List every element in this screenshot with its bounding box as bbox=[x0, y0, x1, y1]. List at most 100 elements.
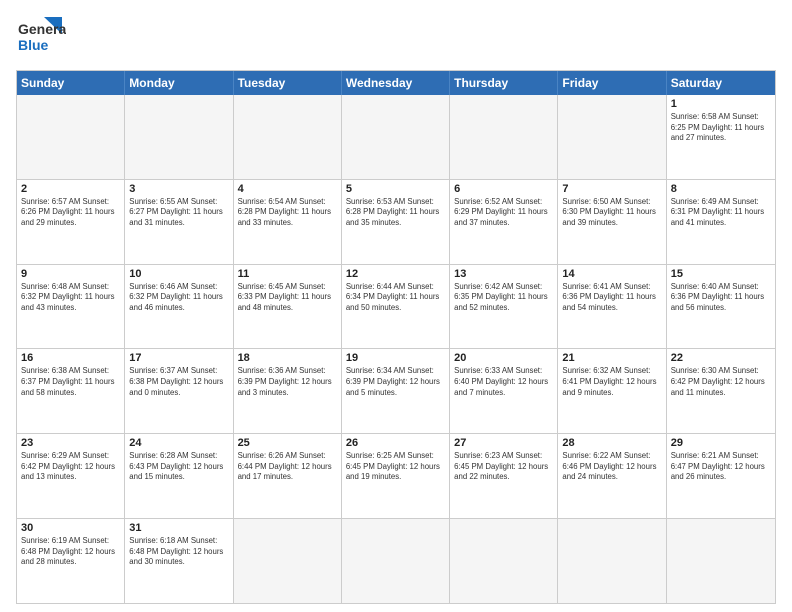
day-cell-empty bbox=[558, 95, 666, 179]
day-cell-23: 23Sunrise: 6:29 AM Sunset: 6:42 PM Dayli… bbox=[17, 434, 125, 518]
calendar-header: SundayMondayTuesdayWednesdayThursdayFrid… bbox=[17, 71, 775, 95]
day-info: Sunrise: 6:46 AM Sunset: 6:32 PM Dayligh… bbox=[129, 282, 228, 314]
day-info: Sunrise: 6:23 AM Sunset: 6:45 PM Dayligh… bbox=[454, 451, 553, 483]
day-info: Sunrise: 6:41 AM Sunset: 6:36 PM Dayligh… bbox=[562, 282, 661, 314]
day-info: Sunrise: 6:50 AM Sunset: 6:30 PM Dayligh… bbox=[562, 197, 661, 229]
calendar-row-2: 2 Sunrise: 6:57 AM Sunset: 6:26 PM Daylig… bbox=[17, 179, 775, 264]
day-cell-22: 22Sunrise: 6:30 AM Sunset: 6:42 PM Dayli… bbox=[667, 349, 775, 433]
day-cell-31: 31Sunrise: 6:18 AM Sunset: 6:48 PM Dayli… bbox=[125, 519, 233, 603]
day-cell-16: 16Sunrise: 6:38 AM Sunset: 6:37 PM Dayli… bbox=[17, 349, 125, 433]
day-info: Sunrise: 6:44 AM Sunset: 6:34 PM Dayligh… bbox=[346, 282, 445, 314]
day-cell-26: 26 Sunrise: 6:25 AM Sunset: 6:45 PM Dayli… bbox=[342, 434, 450, 518]
day-number: 18 bbox=[238, 352, 337, 364]
day-info: Sunrise: 6:42 AM Sunset: 6:35 PM Dayligh… bbox=[454, 282, 553, 314]
day-number: 24 bbox=[129, 437, 228, 449]
header: GeneralBlue bbox=[16, 12, 776, 62]
svg-text:Blue: Blue bbox=[18, 37, 49, 53]
day-cell-11: 11 Sunrise: 6:45 AM Sunset: 6:33 PM Dayli… bbox=[234, 265, 342, 349]
day-cell-20: 20 Sunrise: 6:33 AM Sunset: 6:40 PM Dayli… bbox=[450, 349, 558, 433]
day-info: Sunrise: 6:26 AM Sunset: 6:44 PM Dayligh… bbox=[238, 451, 337, 483]
day-cell-3: 3Sunrise: 6:55 AM Sunset: 6:27 PM Daylig… bbox=[125, 180, 233, 264]
weekday-header-thursday: Thursday bbox=[450, 71, 558, 95]
day-cell-17: 17 Sunrise: 6:37 AM Sunset: 6:38 PM Dayli… bbox=[125, 349, 233, 433]
weekday-header-tuesday: Tuesday bbox=[234, 71, 342, 95]
day-cell-15: 15 Sunrise: 6:40 AM Sunset: 6:36 PM Dayli… bbox=[667, 265, 775, 349]
day-number: 21 bbox=[562, 352, 661, 364]
day-number: 17 bbox=[129, 352, 228, 364]
day-info: Sunrise: 6:25 AM Sunset: 6:45 PM Dayligh… bbox=[346, 451, 445, 483]
day-number: 14 bbox=[562, 268, 661, 280]
day-cell-empty bbox=[450, 519, 558, 603]
day-cell-12: 12Sunrise: 6:44 AM Sunset: 6:34 PM Dayli… bbox=[342, 265, 450, 349]
day-info: Sunrise: 6:49 AM Sunset: 6:31 PM Dayligh… bbox=[671, 197, 771, 229]
day-info: Sunrise: 6:29 AM Sunset: 6:42 PM Dayligh… bbox=[21, 451, 120, 483]
day-info: Sunrise: 6:34 AM Sunset: 6:39 PM Dayligh… bbox=[346, 366, 445, 398]
day-number: 19 bbox=[346, 352, 445, 364]
day-number: 4 bbox=[238, 183, 337, 195]
calendar: SundayMondayTuesdayWednesdayThursdayFrid… bbox=[16, 70, 776, 604]
day-cell-8: 8Sunrise: 6:49 AM Sunset: 6:31 PM Daylig… bbox=[667, 180, 775, 264]
day-cell-4: 4 Sunrise: 6:54 AM Sunset: 6:28 PM Daylig… bbox=[234, 180, 342, 264]
day-info: Sunrise: 6:48 AM Sunset: 6:32 PM Dayligh… bbox=[21, 282, 120, 314]
day-cell-25: 25Sunrise: 6:26 AM Sunset: 6:44 PM Dayli… bbox=[234, 434, 342, 518]
day-number: 15 bbox=[671, 268, 771, 280]
day-info: Sunrise: 6:18 AM Sunset: 6:48 PM Dayligh… bbox=[129, 536, 228, 568]
day-number: 7 bbox=[562, 183, 661, 195]
day-cell-21: 21 Sunrise: 6:32 AM Sunset: 6:41 PM Dayli… bbox=[558, 349, 666, 433]
day-number: 11 bbox=[238, 268, 337, 280]
day-info: Sunrise: 6:32 AM Sunset: 6:41 PM Dayligh… bbox=[562, 366, 661, 398]
calendar-row-3: 9Sunrise: 6:48 AM Sunset: 6:32 PM Daylig… bbox=[17, 264, 775, 349]
day-cell-empty bbox=[342, 95, 450, 179]
day-cell-5: 5Sunrise: 6:53 AM Sunset: 6:28 PM Daylig… bbox=[342, 180, 450, 264]
weekday-header-friday: Friday bbox=[558, 71, 666, 95]
day-cell-28: 28Sunrise: 6:22 AM Sunset: 6:46 PM Dayli… bbox=[558, 434, 666, 518]
day-cell-empty bbox=[234, 519, 342, 603]
day-info: Sunrise: 6:53 AM Sunset: 6:28 PM Dayligh… bbox=[346, 197, 445, 229]
weekday-header-wednesday: Wednesday bbox=[342, 71, 450, 95]
svg-text:General: General bbox=[18, 21, 66, 37]
day-cell-empty bbox=[17, 95, 125, 179]
day-cell-14: 14 Sunrise: 6:41 AM Sunset: 6:36 PM Dayli… bbox=[558, 265, 666, 349]
day-number: 26 bbox=[346, 437, 445, 449]
day-info: Sunrise: 6:21 AM Sunset: 6:47 PM Dayligh… bbox=[671, 451, 771, 483]
day-info: Sunrise: 6:45 AM Sunset: 6:33 PM Dayligh… bbox=[238, 282, 337, 314]
day-info: Sunrise: 6:33 AM Sunset: 6:40 PM Dayligh… bbox=[454, 366, 553, 398]
day-cell-18: 18 Sunrise: 6:36 AM Sunset: 6:39 PM Dayli… bbox=[234, 349, 342, 433]
day-cell-empty bbox=[342, 519, 450, 603]
logo: GeneralBlue bbox=[16, 12, 66, 62]
logo-svg: GeneralBlue bbox=[16, 12, 66, 62]
weekday-header-monday: Monday bbox=[125, 71, 233, 95]
day-info: Sunrise: 6:37 AM Sunset: 6:38 PM Dayligh… bbox=[129, 366, 228, 398]
day-number: 13 bbox=[454, 268, 553, 280]
calendar-body: 1Sunrise: 6:58 AM Sunset: 6:25 PM Daylig… bbox=[17, 95, 775, 603]
day-cell-empty bbox=[234, 95, 342, 179]
day-cell-empty bbox=[558, 519, 666, 603]
day-cell-7: 7 Sunrise: 6:50 AM Sunset: 6:30 PM Daylig… bbox=[558, 180, 666, 264]
calendar-row-1: 1Sunrise: 6:58 AM Sunset: 6:25 PM Daylig… bbox=[17, 95, 775, 179]
day-cell-19: 19 Sunrise: 6:34 AM Sunset: 6:39 PM Dayli… bbox=[342, 349, 450, 433]
day-info: Sunrise: 6:55 AM Sunset: 6:27 PM Dayligh… bbox=[129, 197, 228, 229]
day-cell-29: 29 Sunrise: 6:21 AM Sunset: 6:47 PM Dayli… bbox=[667, 434, 775, 518]
day-number: 29 bbox=[671, 437, 771, 449]
day-info: Sunrise: 6:40 AM Sunset: 6:36 PM Dayligh… bbox=[671, 282, 771, 314]
day-number: 2 bbox=[21, 183, 120, 195]
day-info: Sunrise: 6:28 AM Sunset: 6:43 PM Dayligh… bbox=[129, 451, 228, 483]
day-number: 30 bbox=[21, 522, 120, 534]
day-info: Sunrise: 6:57 AM Sunset: 6:26 PM Dayligh… bbox=[21, 197, 120, 229]
day-cell-empty bbox=[125, 95, 233, 179]
calendar-row-6: 30 Sunrise: 6:19 AM Sunset: 6:48 PM Dayli… bbox=[17, 518, 775, 603]
calendar-row-5: 23Sunrise: 6:29 AM Sunset: 6:42 PM Dayli… bbox=[17, 433, 775, 518]
day-cell-6: 6Sunrise: 6:52 AM Sunset: 6:29 PM Daylig… bbox=[450, 180, 558, 264]
day-number: 22 bbox=[671, 352, 771, 364]
day-info: Sunrise: 6:19 AM Sunset: 6:48 PM Dayligh… bbox=[21, 536, 120, 568]
day-number: 20 bbox=[454, 352, 553, 364]
page: GeneralBlue SundayMondayTuesdayWednesday… bbox=[0, 0, 792, 612]
day-info: Sunrise: 6:54 AM Sunset: 6:28 PM Dayligh… bbox=[238, 197, 337, 229]
day-cell-2: 2 Sunrise: 6:57 AM Sunset: 6:26 PM Daylig… bbox=[17, 180, 125, 264]
day-number: 10 bbox=[129, 268, 228, 280]
day-cell-empty bbox=[450, 95, 558, 179]
day-cell-9: 9Sunrise: 6:48 AM Sunset: 6:32 PM Daylig… bbox=[17, 265, 125, 349]
day-info: Sunrise: 6:36 AM Sunset: 6:39 PM Dayligh… bbox=[238, 366, 337, 398]
day-info: Sunrise: 6:22 AM Sunset: 6:46 PM Dayligh… bbox=[562, 451, 661, 483]
day-cell-empty bbox=[667, 519, 775, 603]
